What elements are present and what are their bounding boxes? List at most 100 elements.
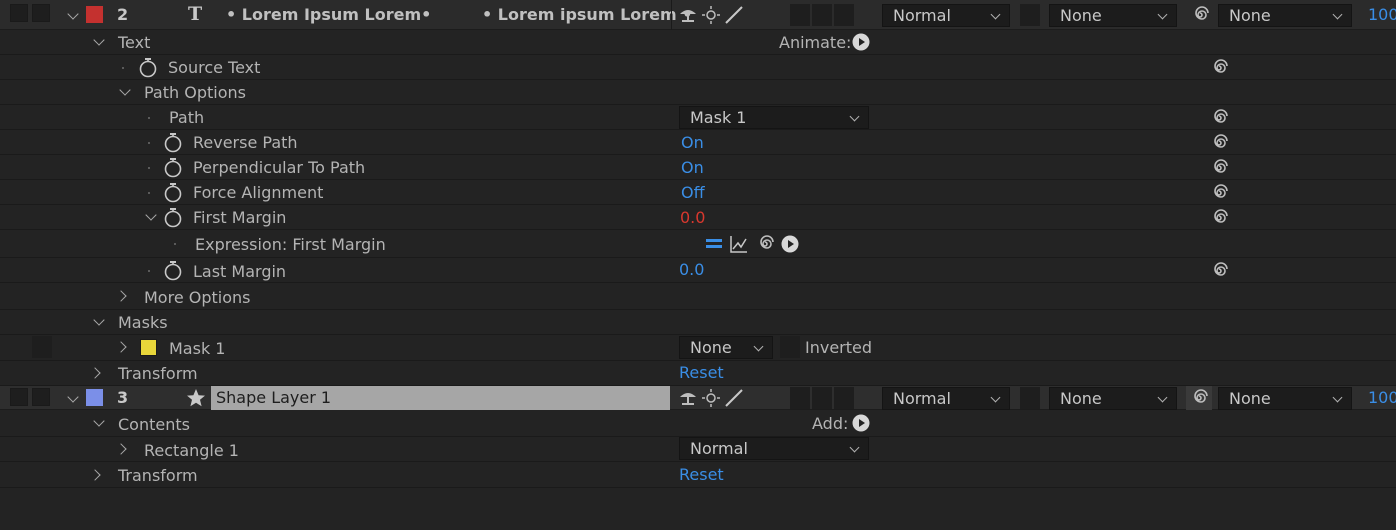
chevron-right-icon[interactable] — [89, 469, 101, 481]
rectangle1-label: Rectangle 1 — [144, 441, 239, 460]
pick-whip-icon[interactable] — [1190, 5, 1210, 25]
collapse-sun-icon[interactable] — [702, 389, 720, 407]
chevron-right-icon[interactable] — [115, 443, 127, 455]
shape-star-icon — [187, 389, 205, 407]
force-alignment-value[interactable]: Off — [681, 180, 705, 205]
pick-whip-button[interactable] — [1186, 386, 1212, 410]
chevron-down-icon[interactable] — [67, 8, 79, 20]
contents-row: Contents Add: — [0, 410, 1396, 437]
switch-box[interactable] — [834, 387, 854, 409]
switch-box[interactable] — [812, 387, 832, 409]
chevron-right-icon[interactable] — [89, 367, 101, 379]
chevron-down-icon[interactable] — [93, 314, 105, 326]
parent-dropdown[interactable]: None — [1218, 387, 1352, 410]
quality-slash-icon[interactable] — [724, 388, 744, 408]
switch-box[interactable] — [790, 4, 810, 26]
chevron-down-icon[interactable] — [93, 34, 105, 46]
transform-reset-link[interactable]: Reset — [679, 360, 724, 385]
layer-row-2[interactable]: 2 T • Lorem Ipsum Lorem• • Lorem ipsum L… — [0, 0, 1396, 30]
trkmat-value: None — [1060, 389, 1102, 408]
layer-name: Shape Layer 1 — [216, 388, 332, 407]
inverted-checkbox[interactable] — [780, 336, 800, 358]
stopwatch-icon[interactable] — [163, 261, 183, 281]
transform-reset-link[interactable]: Reset — [679, 462, 724, 487]
parent-dropdown[interactable]: None — [1218, 4, 1352, 27]
switch-box[interactable] — [790, 387, 810, 409]
add-play-icon[interactable] — [852, 414, 870, 432]
reverse-path-row: Reverse Path On — [0, 130, 1396, 155]
first-margin-value[interactable]: 0.0 — [680, 205, 705, 230]
pick-whip-icon[interactable] — [1209, 261, 1229, 281]
chevron-down-icon — [990, 392, 1001, 403]
pick-whip-icon[interactable] — [1209, 208, 1229, 228]
pick-whip-icon[interactable] — [1209, 108, 1229, 128]
layer-row-3[interactable]: 3 Shape Layer 1 Normal None None 100 — [0, 386, 1396, 410]
last-margin-value[interactable]: 0.0 — [679, 257, 704, 282]
layer-name-field[interactable]: Shape Layer 1 — [211, 386, 670, 410]
parent-value: None — [1229, 6, 1271, 25]
lock-switch[interactable] — [32, 388, 50, 406]
switch-box[interactable] — [834, 4, 854, 26]
switch-box[interactable] — [812, 4, 832, 26]
trkmat-dropdown[interactable]: None — [1049, 4, 1177, 27]
quality-slash-icon[interactable] — [724, 5, 744, 25]
mask-mode-value: None — [690, 338, 732, 357]
text-group-label: Text — [118, 33, 151, 52]
chevron-down-icon — [1332, 392, 1343, 403]
label-color-swatch[interactable] — [86, 6, 103, 23]
reverse-path-value[interactable]: On — [681, 130, 704, 155]
pick-whip-icon[interactable] — [1209, 183, 1229, 203]
shy-icon[interactable] — [678, 6, 698, 24]
stopwatch-icon[interactable] — [163, 158, 183, 178]
stretch-value[interactable]: 100 — [1368, 385, 1396, 410]
force-alignment-row: Force Alignment Off — [0, 180, 1396, 205]
shy-icon[interactable] — [678, 389, 698, 407]
mask-mode-dropdown[interactable]: None — [679, 336, 773, 359]
chevron-right-icon[interactable] — [115, 290, 127, 302]
graph-icon[interactable] — [729, 234, 749, 254]
stopwatch-icon[interactable] — [138, 58, 158, 78]
rectangle-mode-dropdown[interactable]: Normal — [679, 437, 869, 460]
expression-language-menu-icon[interactable] — [781, 235, 799, 253]
preserve-transparency-box[interactable] — [1020, 387, 1040, 409]
path-label: Path — [169, 108, 205, 127]
more-options-label: More Options — [144, 288, 251, 307]
trkmat-dropdown[interactable]: None — [1049, 387, 1177, 410]
mask-color-swatch[interactable] — [140, 339, 157, 356]
animate-play-icon[interactable] — [852, 33, 870, 51]
pick-whip-icon[interactable] — [1209, 158, 1229, 178]
transform-row: Transform Reset — [0, 462, 1396, 488]
stopwatch-icon[interactable] — [163, 208, 183, 228]
chevron-right-icon[interactable] — [115, 341, 127, 353]
chevron-down-icon[interactable] — [119, 84, 131, 96]
stretch-value[interactable]: 100 — [1368, 2, 1396, 27]
pick-whip-icon[interactable] — [755, 234, 775, 254]
pick-whip-icon[interactable] — [1209, 133, 1229, 153]
lock-switch[interactable] — [32, 4, 50, 22]
chevron-down-icon — [849, 111, 860, 122]
perpendicular-value[interactable]: On — [681, 155, 704, 180]
path-options-row: Path Options — [0, 80, 1396, 105]
stopwatch-icon[interactable] — [163, 183, 183, 203]
chevron-down-icon[interactable] — [93, 415, 105, 427]
layer-name[interactable]: • Lorem Ipsum Lorem• — [226, 2, 431, 27]
collapse-sun-icon[interactable] — [702, 6, 720, 24]
chevron-down-icon — [1157, 9, 1168, 20]
chevron-down-icon — [1332, 9, 1343, 20]
mode-dropdown[interactable]: Normal — [882, 4, 1010, 27]
chevron-down-icon[interactable] — [145, 209, 157, 221]
mask-lock-box[interactable] — [32, 336, 52, 358]
layer-source-name: • Lorem ipsum Lorem • — [482, 5, 693, 24]
label-color-swatch[interactable] — [86, 389, 103, 406]
av-switch[interactable] — [10, 4, 28, 22]
mode-dropdown[interactable]: Normal — [882, 387, 1010, 410]
expression-label: Expression: First Margin — [195, 235, 386, 254]
expression-enable-icon[interactable] — [705, 235, 723, 253]
pick-whip-icon[interactable] — [1209, 58, 1229, 78]
preserve-transparency-box[interactable] — [1020, 4, 1040, 26]
av-switch[interactable] — [10, 388, 28, 406]
path-dropdown[interactable]: Mask 1 — [679, 106, 869, 129]
rectangle1-row: Rectangle 1 Normal — [0, 437, 1396, 462]
stopwatch-icon[interactable] — [163, 133, 183, 153]
chevron-down-icon[interactable] — [67, 391, 79, 403]
